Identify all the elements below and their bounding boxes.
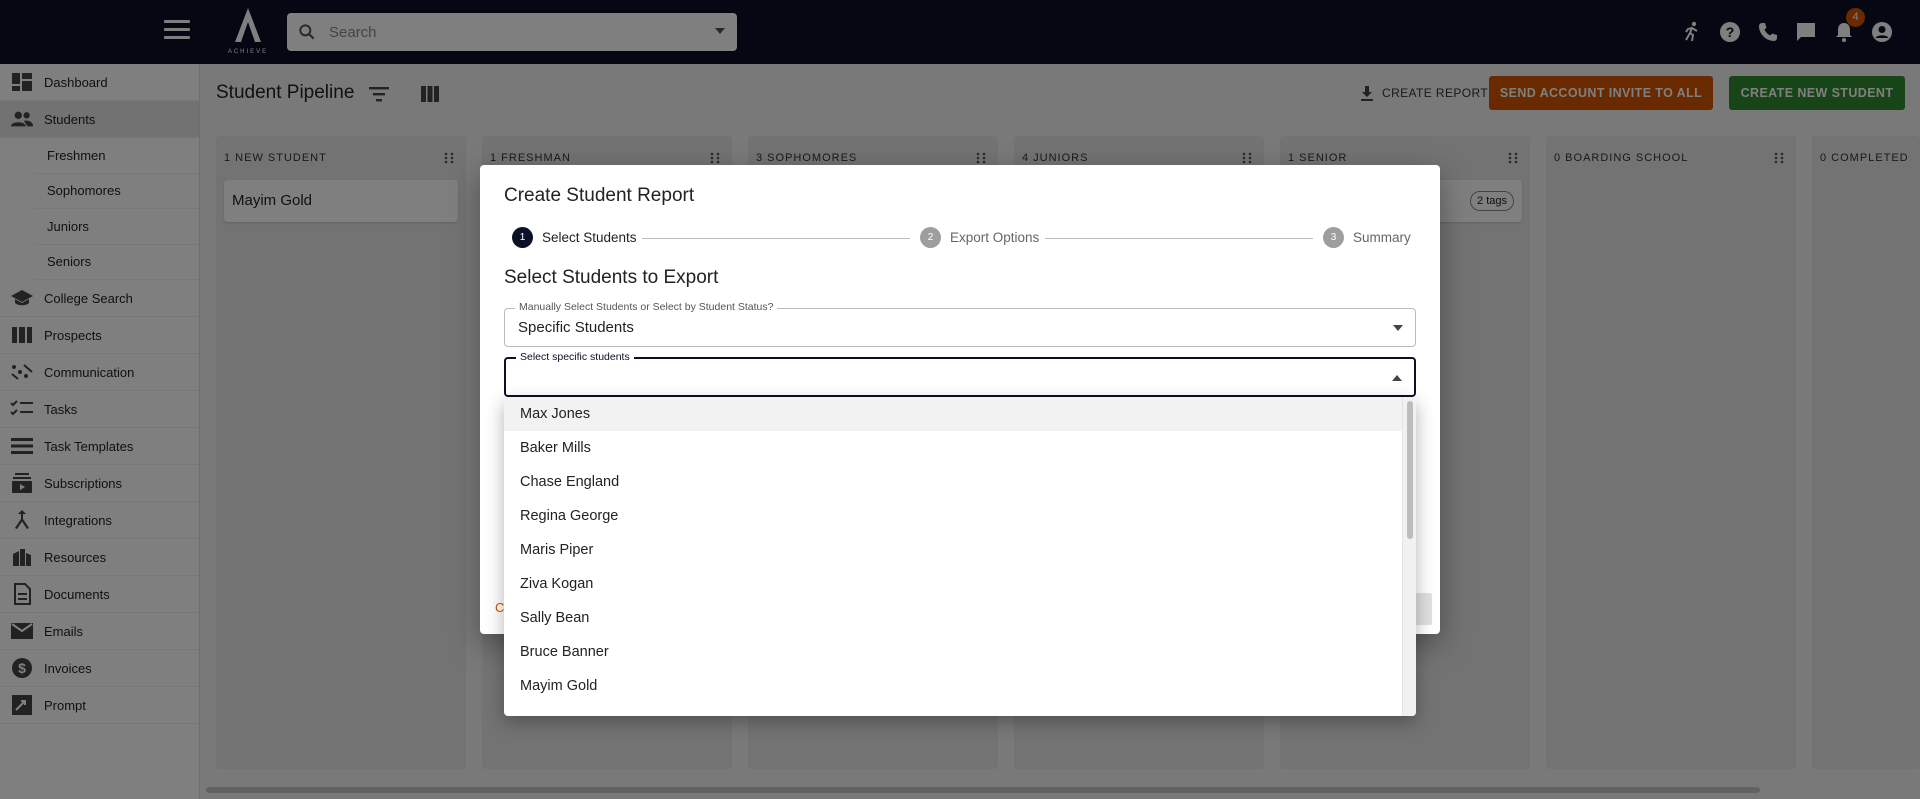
step-number: 3: [1323, 227, 1344, 248]
stepper: 1 Select Students 2 Export Options 3 Sum…: [512, 227, 1412, 251]
section-title: Select Students to Export: [504, 267, 719, 288]
step-label: Select Students: [542, 230, 637, 245]
option-item[interactable]: Baker Mills: [504, 431, 1416, 465]
option-item[interactable]: Mayim Gold: [504, 669, 1416, 703]
students-autocomplete[interactable]: Select specific students: [504, 351, 1416, 397]
chevron-down-icon[interactable]: [1393, 325, 1403, 331]
field-label: Select specific students: [516, 351, 634, 363]
step-number: 1: [512, 227, 533, 248]
option-item[interactable]: Ziva Kogan: [504, 567, 1416, 601]
step-summary: 3 Summary: [1323, 227, 1411, 248]
students-options-list: Max Jones Baker Mills Chase England Regi…: [504, 397, 1416, 716]
field-label: Manually Select Students or Select by St…: [515, 301, 778, 313]
step-label: Summary: [1353, 230, 1411, 245]
option-item[interactable]: Bruce Banner: [504, 635, 1416, 669]
step-select-students: 1 Select Students: [512, 227, 637, 248]
option-item[interactable]: Maris Piper: [504, 533, 1416, 567]
option-item[interactable]: Chase England: [504, 465, 1416, 499]
cancel-button[interactable]: C: [495, 600, 504, 615]
option-item[interactable]: Max Jones: [504, 397, 1416, 431]
students-search-input[interactable]: [518, 365, 1358, 391]
step-export-options: 2 Export Options: [920, 227, 1039, 248]
step-connector: [642, 238, 910, 239]
selection-mode-select[interactable]: Manually Select Students or Select by St…: [504, 301, 1416, 347]
step-connector: [1045, 238, 1313, 239]
option-item[interactable]: Regina George: [504, 499, 1416, 533]
list-scrollbar[interactable]: [1402, 397, 1416, 716]
scrollbar-thumb[interactable]: [1407, 401, 1413, 539]
chevron-up-icon[interactable]: [1392, 375, 1402, 381]
dialog-title: Create Student Report: [504, 185, 695, 206]
option-item[interactable]: Sally Bean: [504, 601, 1416, 635]
step-number: 2: [920, 227, 941, 248]
step-label: Export Options: [950, 230, 1040, 245]
field-value: Specific Students: [518, 319, 634, 336]
